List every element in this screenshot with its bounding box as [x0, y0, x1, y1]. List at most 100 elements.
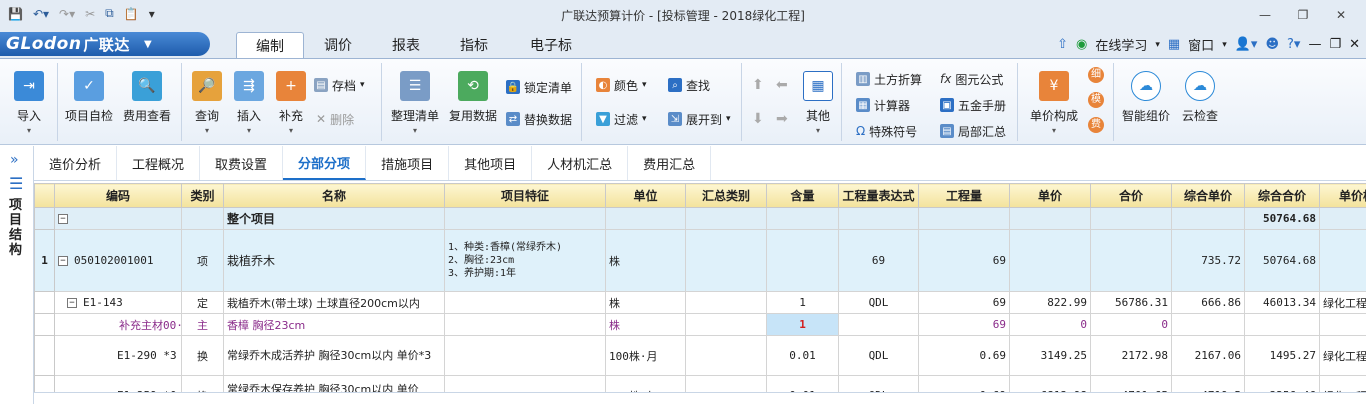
cell-unit[interactable]: 株 — [605, 313, 686, 336]
sub-restore-icon[interactable]: ❐ — [1329, 37, 1341, 52]
move-up-icon[interactable]: ⬆ — [752, 77, 764, 93]
cell-comp-total[interactable]: 46013.34 — [1244, 291, 1320, 314]
cell-qty[interactable]: 69 — [918, 291, 1010, 314]
cell-price[interactable]: 3149.25 — [1009, 335, 1091, 376]
cell-name[interactable]: 常绿乔木成活养护 胸径30cm以内 单价*3 — [223, 335, 445, 376]
user-icon[interactable]: 👤▾ — [1235, 37, 1258, 52]
cell-expr[interactable]: 69 — [838, 229, 919, 292]
subtab-labor-material[interactable]: 人材机汇总 — [532, 146, 629, 180]
restore-icon[interactable]: ❐ — [1284, 4, 1322, 26]
table-row[interactable]: E1-359 *0.75 换 常绿乔木保存养护 胸径30cm以内 单价*0.75… — [34, 375, 1366, 393]
arrange-list-button[interactable]: ☰ 整理清单 ▾ — [388, 71, 442, 135]
sub-close-icon[interactable]: ✕ — [1349, 37, 1360, 52]
cell-expr[interactable] — [838, 313, 919, 336]
app-logo[interactable]: GLodon 广联达 ▼ — [0, 32, 210, 56]
cell-price-comp[interactable]: 绿化工程 — [1319, 335, 1366, 376]
cell-content[interactable] — [766, 207, 839, 230]
special-chars-button[interactable]: Ω 特殊符号 — [856, 121, 917, 141]
header-content[interactable]: 含量 — [766, 183, 839, 208]
cell-total[interactable] — [1090, 207, 1172, 230]
cell-qty[interactable] — [918, 207, 1010, 230]
lock-list-button[interactable]: 🔒 锁定清单 — [506, 77, 572, 97]
subtab-items[interactable]: 分部分项 — [283, 146, 367, 180]
cell-unit[interactable]: 100株·月 — [605, 335, 686, 376]
earthwork-button[interactable]: ▥ 土方折算 — [856, 69, 922, 89]
table-row[interactable]: − E1-143 定 栽植乔木(带土球) 土球直径200cm以内 株 1 QDL … — [34, 291, 1366, 314]
expand-to-button[interactable]: ⇲ 展开到 ▾ — [668, 109, 731, 129]
self-check-button[interactable]: ✓ 项目自检 — [62, 71, 116, 124]
find-button[interactable]: ⌕ 查找 — [668, 75, 710, 95]
cell-comp-total[interactable]: 1495.27 — [1244, 335, 1320, 376]
online-learning-link[interactable]: 在线学习 — [1095, 35, 1147, 54]
cell-expr[interactable] — [838, 207, 919, 230]
cell-comp-total[interactable]: 3256.46 — [1244, 375, 1320, 393]
cell-price-comp[interactable] — [1319, 207, 1366, 230]
subtab-measures[interactable]: 措施项目 — [366, 146, 450, 180]
tab-adjust[interactable]: 调价 — [304, 32, 372, 58]
header-price[interactable]: 单价 — [1009, 183, 1091, 208]
header-unit[interactable]: 单位 — [605, 183, 686, 208]
cell-sum-type[interactable] — [685, 313, 767, 336]
table-row[interactable]: − 整个项目 50764.68 — [34, 207, 1366, 230]
cell-content[interactable]: 0.01 — [766, 335, 839, 376]
side-mold-button[interactable]: 模 — [1088, 92, 1104, 108]
sub-minimize-icon[interactable]: — — [1308, 37, 1321, 52]
header-price-comp[interactable]: 单价构 — [1319, 183, 1366, 208]
cell-feature[interactable] — [444, 207, 606, 230]
unit-price-comp-button[interactable]: ¥ 单价构成 ▾ — [1024, 71, 1084, 135]
cell-total[interactable]: 0 — [1090, 313, 1172, 336]
cell-comp-price[interactable] — [1171, 207, 1245, 230]
supplement-button[interactable]: + 补充 ▾ — [264, 71, 318, 135]
cell-qty[interactable]: 0.69 — [918, 335, 1010, 376]
cell-qty[interactable]: 69 — [918, 313, 1010, 336]
double-chevron-right-icon[interactable]: » — [10, 152, 19, 168]
cell-total[interactable]: 56786.31 — [1090, 291, 1172, 314]
save-archive-button[interactable]: ▤ 存档 ▾ — [314, 75, 365, 95]
cell-unit[interactable]: 100株·年 — [605, 375, 686, 393]
header-total[interactable]: 合价 — [1090, 183, 1172, 208]
header-feature[interactable]: 项目特征 — [444, 183, 606, 208]
cell-comp-price[interactable]: 735.72 — [1171, 229, 1245, 292]
header-expr[interactable]: 工程量表达式 — [838, 183, 919, 208]
cell-unit[interactable] — [605, 207, 686, 230]
cell-comp-price[interactable] — [1171, 313, 1245, 336]
move-right-icon[interactable]: ➡ — [776, 111, 788, 127]
close-icon[interactable]: ✕ — [1322, 4, 1360, 26]
cloud-check-button[interactable]: ☁ 云检查 — [1174, 71, 1226, 124]
cell-name[interactable]: 香樟 胸径23cm — [223, 313, 445, 336]
cell-name[interactable]: 整个项目 — [223, 207, 445, 230]
cell-price[interactable]: 6813.98 — [1009, 375, 1091, 393]
hardware-manual-button[interactable]: ▣ 五金手册 — [940, 95, 1006, 115]
cell-comp-total[interactable]: 50764.68 — [1244, 229, 1320, 292]
cell-code[interactable]: 补充主材00··· — [54, 313, 182, 336]
cell-code[interactable]: − — [54, 207, 182, 230]
move-down-icon[interactable]: ⬇ — [752, 111, 764, 127]
cell-content[interactable]: 0.01 — [766, 375, 839, 393]
cell-price[interactable]: 822.99 — [1009, 291, 1091, 314]
collapse-icon[interactable]: − — [67, 298, 77, 308]
cell-type[interactable]: 定 — [181, 291, 224, 314]
cell-comp-price[interactable]: 4719.5 — [1171, 375, 1245, 393]
cell-name[interactable]: 栽植乔木 — [223, 229, 445, 292]
table-row[interactable]: 1 −050102001001 项 栽植乔木 1、种类:香樟(常绿乔木) 2、胸… — [34, 229, 1366, 292]
tab-index[interactable]: 指标 — [440, 32, 508, 58]
cell-feature[interactable]: 1、种类:香樟(常绿乔木) 2、胸径:23cm 3、养护期:1年 — [444, 229, 606, 292]
cell-qty[interactable]: 0.69 — [918, 375, 1010, 393]
cell-sum-type[interactable] — [685, 375, 767, 393]
table-row[interactable]: E1-290 *3 换 常绿乔木成活养护 胸径30cm以内 单价*3 100株·… — [34, 335, 1366, 376]
up-arrow-icon[interactable]: ⇧ — [1057, 37, 1068, 52]
cell-code[interactable]: E1-359 *0.75 — [54, 375, 182, 393]
cell-expr[interactable]: QDL — [838, 291, 919, 314]
delete-button[interactable]: ✕ 删除 — [316, 109, 354, 129]
import-button[interactable]: ⇥ 导入 ▾ — [2, 71, 56, 135]
cell-comp-total[interactable] — [1244, 313, 1320, 336]
header-comp-total[interactable]: 综合合价 — [1244, 183, 1320, 208]
cell-sum-type[interactable] — [685, 207, 767, 230]
cell-feature[interactable] — [444, 313, 606, 336]
window-menu[interactable]: 窗口 — [1188, 35, 1214, 54]
cell-feature[interactable] — [444, 291, 606, 314]
cell-price-comp[interactable] — [1319, 229, 1366, 292]
cell-content-selected[interactable]: 1 — [766, 313, 839, 336]
cell-feature[interactable] — [444, 375, 606, 393]
cell-price[interactable] — [1009, 207, 1091, 230]
